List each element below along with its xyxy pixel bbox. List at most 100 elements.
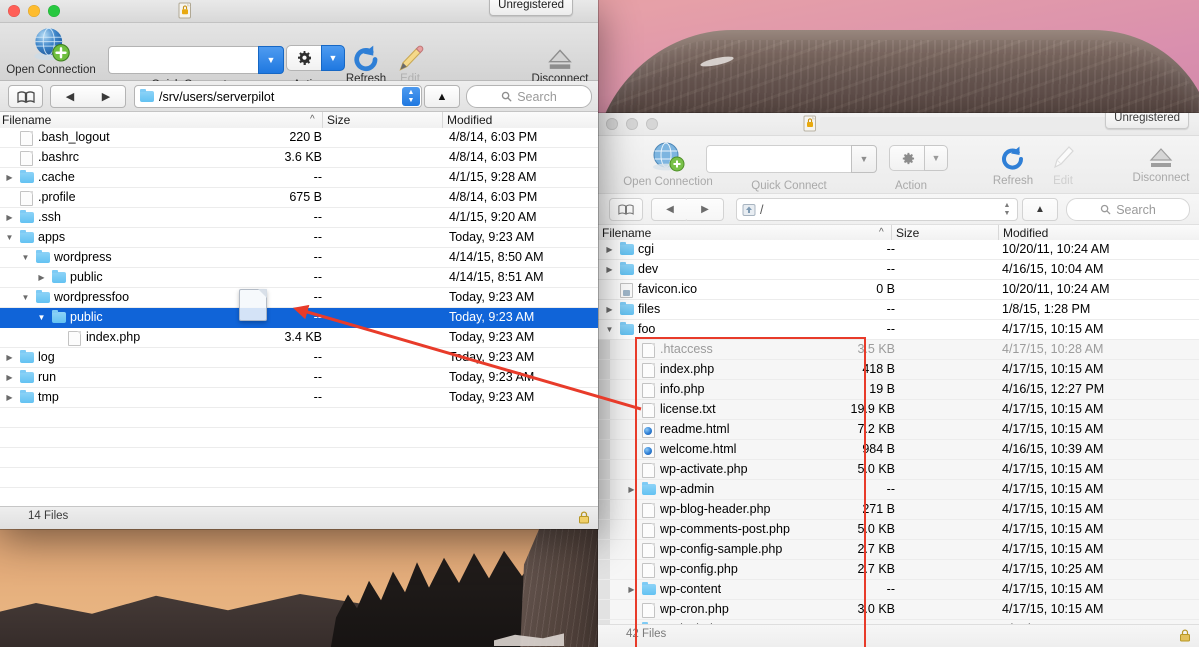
file-list-remote[interactable]: ▶ cgi -- 10/20/11, 10:24 AM ▶ dev -- 4/16/15, 1… — [598, 240, 1199, 625]
file-name[interactable]: run — [38, 368, 56, 387]
parent-directory-button-local[interactable]: ▲ — [424, 85, 460, 108]
file-name[interactable]: wp-blog-header.php — [660, 500, 771, 519]
table-row[interactable]: ▶ .cache -- 4/1/15, 9:28 AM — [0, 168, 598, 188]
toolbar-local[interactable]: Open Connection ▼ Quick Connect ▼ Action — [0, 23, 598, 91]
file-name[interactable]: dev — [638, 260, 658, 279]
table-row[interactable]: ▼ foo -- 4/17/15, 10:15 AM — [598, 320, 1199, 340]
table-row[interactable]: index.php 3.4 KB Today, 9:23 AM — [0, 328, 598, 348]
column-filename-local[interactable]: Filename — [2, 113, 51, 127]
table-row[interactable]: .htaccess 3.5 KB 4/17/15, 10:28 AM — [598, 340, 1199, 360]
toolbar-remote[interactable]: Open Connection ▼ Quick Connect ▼ Action — [598, 136, 1199, 194]
table-row[interactable]: ▶ dev -- 4/16/15, 10:04 AM — [598, 260, 1199, 280]
quick-connect-input-local[interactable] — [108, 46, 258, 74]
zoom-button-remote[interactable] — [646, 118, 658, 130]
table-row[interactable]: wp-cron.php 3.0 KB 4/17/15, 10:15 AM — [598, 600, 1199, 620]
table-row[interactable]: ▼ public -- Today, 9:23 AM — [0, 308, 598, 328]
disclosure-collapsed-icon[interactable]: ▶ — [626, 580, 637, 599]
table-row[interactable]: ▶ run -- Today, 9:23 AM — [0, 368, 598, 388]
table-row[interactable]: .bashrc 3.6 KB 4/8/14, 6:03 PM — [0, 148, 598, 168]
file-name[interactable]: welcome.html — [660, 440, 736, 459]
table-row[interactable]: wp-activate.php 5.0 KB 4/17/15, 10:15 AM — [598, 460, 1199, 480]
unregistered-badge-local[interactable]: Unregistered — [489, 0, 573, 16]
table-row[interactable]: wp-comments-post.php 5.0 KB 4/17/15, 10:15… — [598, 520, 1199, 540]
forward-button-remote[interactable]: ▶ — [687, 198, 724, 221]
file-name[interactable]: wp-content — [660, 580, 721, 599]
file-name[interactable]: index.php — [86, 328, 140, 347]
file-name[interactable]: .profile — [38, 188, 76, 207]
table-row[interactable]: ▶ files -- 1/8/15, 1:28 PM — [598, 300, 1199, 320]
table-row[interactable]: wp-config.php 2.7 KB 4/17/15, 10:25 AM — [598, 560, 1199, 580]
open-connection-button-local[interactable]: Open Connection — [0, 27, 104, 76]
disclosure-collapsed-icon[interactable]: ▶ — [4, 388, 15, 407]
file-name[interactable]: log — [38, 348, 55, 367]
action-button-local[interactable]: ▼ — [286, 45, 345, 71]
refresh-button-local[interactable]: Refresh — [343, 43, 389, 85]
path-combo-remote[interactable]: / ▲ ▼ — [736, 198, 1018, 221]
quick-connect-combo-remote[interactable]: ▼ — [706, 145, 877, 173]
path-combo-local[interactable]: /srv/users/serverpilot ▲ ▼ — [134, 85, 422, 108]
table-row[interactable]: readme.html 7.2 KB 4/17/15, 10:15 AM — [598, 420, 1199, 440]
cyberduck-window-remote[interactable]: Unregistered Open Connection ▼ Quick Con… — [598, 113, 1199, 647]
file-name[interactable]: wp-activate.php — [660, 460, 748, 479]
table-row[interactable]: wp-blog-header.php 271 B 4/17/15, 10:15 AM — [598, 500, 1199, 520]
file-name[interactable]: tmp — [38, 388, 59, 407]
parent-directory-button-remote[interactable]: ▲ — [1022, 198, 1058, 221]
file-name[interactable]: wp-config-sample.php — [660, 540, 782, 559]
file-name[interactable]: info.php — [660, 380, 704, 399]
column-modified-remote[interactable]: Modified — [1003, 226, 1048, 240]
table-row[interactable]: wp-config-sample.php 2.7 KB 4/17/15, 10:15… — [598, 540, 1199, 560]
path-bar-local[interactable]: ◀ ▶ /srv/users/serverpilot ▲ ▼ ▲ Search — [0, 81, 598, 112]
file-name[interactable]: wp-comments-post.php — [660, 520, 790, 539]
action-dropdown-local[interactable]: ▼ — [321, 45, 345, 71]
file-name[interactable]: wp-cron.php — [660, 600, 729, 619]
quick-connect-dropdown-local[interactable]: ▼ — [258, 46, 284, 74]
close-button-local[interactable] — [8, 5, 20, 17]
table-row[interactable]: ▶ .ssh -- 4/1/15, 9:20 AM — [0, 208, 598, 228]
file-name[interactable]: .bashrc — [38, 148, 79, 167]
file-list-local[interactable]: .bash_logout 220 B 4/8/14, 6:03 PM .bashrc 3… — [0, 128, 598, 507]
table-row[interactable]: ▶ tmp -- Today, 9:23 AM — [0, 388, 598, 408]
forward-button-local[interactable]: ▶ — [87, 85, 126, 108]
table-row[interactable]: ▼ apps -- Today, 9:23 AM — [0, 228, 598, 248]
bookmarks-button-remote[interactable] — [609, 198, 643, 221]
table-row[interactable]: license.txt 19.9 KB 4/17/15, 10:15 AM — [598, 400, 1199, 420]
table-row[interactable]: ▼ wordpressfoo -- Today, 9:23 AM — [0, 288, 598, 308]
table-row[interactable]: ▶ wp-content -- 4/17/15, 10:15 AM — [598, 580, 1199, 600]
window-controls-local[interactable] — [8, 5, 60, 17]
disclosure-collapsed-icon[interactable]: ▶ — [4, 348, 15, 367]
table-row[interactable]: info.php 19 B 4/16/15, 12:27 PM — [598, 380, 1199, 400]
column-filename-remote[interactable]: Filename — [602, 226, 651, 240]
minimize-button-remote[interactable] — [626, 118, 638, 130]
zoom-button-local[interactable] — [48, 5, 60, 17]
file-name[interactable]: wordpress — [54, 248, 112, 267]
file-name[interactable]: readme.html — [660, 420, 729, 439]
file-name[interactable]: .cache — [38, 168, 75, 187]
action-dropdown-remote[interactable]: ▼ — [924, 145, 948, 171]
disclosure-collapsed-icon[interactable]: ▶ — [604, 300, 615, 319]
disclosure-expanded-icon[interactable]: ▼ — [20, 248, 31, 267]
back-button-local[interactable]: ◀ — [50, 85, 90, 108]
file-name[interactable]: .ssh — [38, 208, 61, 227]
table-row[interactable]: .profile 675 B 4/8/14, 6:03 PM — [0, 188, 598, 208]
file-name[interactable]: wordpressfoo — [54, 288, 129, 307]
edit-button-remote[interactable]: Edit — [1041, 143, 1085, 187]
cyberduck-window-local[interactable]: Unregistered Open Connection ▼ Qui — [0, 0, 598, 529]
title-bar-local[interactable]: Unregistered — [0, 0, 598, 23]
title-bar-remote[interactable]: Unregistered — [598, 113, 1199, 136]
search-field-remote[interactable]: Search — [1066, 198, 1190, 221]
disclosure-expanded-icon[interactable]: ▼ — [20, 288, 31, 307]
table-row[interactable]: ▶ cgi -- 10/20/11, 10:24 AM — [598, 240, 1199, 260]
file-name[interactable]: cgi — [638, 240, 654, 259]
lock-icon-remote[interactable] — [1179, 629, 1191, 642]
file-name[interactable]: favicon.ico — [638, 280, 697, 299]
action-button-remote[interactable]: ▼ — [889, 145, 948, 171]
unregistered-badge-remote[interactable]: Unregistered — [1105, 113, 1189, 129]
bookmarks-button-local[interactable] — [8, 85, 43, 108]
table-row[interactable]: index.php 418 B 4/17/15, 10:15 AM — [598, 360, 1199, 380]
window-controls-remote[interactable] — [606, 118, 658, 130]
refresh-button-remote[interactable]: Refresh — [988, 143, 1038, 187]
file-name[interactable]: index.php — [660, 360, 714, 379]
table-row[interactable]: ▶ log -- Today, 9:23 AM — [0, 348, 598, 368]
disconnect-button-local[interactable]: Disconnect — [525, 45, 595, 85]
file-name[interactable]: wp-admin — [660, 480, 714, 499]
